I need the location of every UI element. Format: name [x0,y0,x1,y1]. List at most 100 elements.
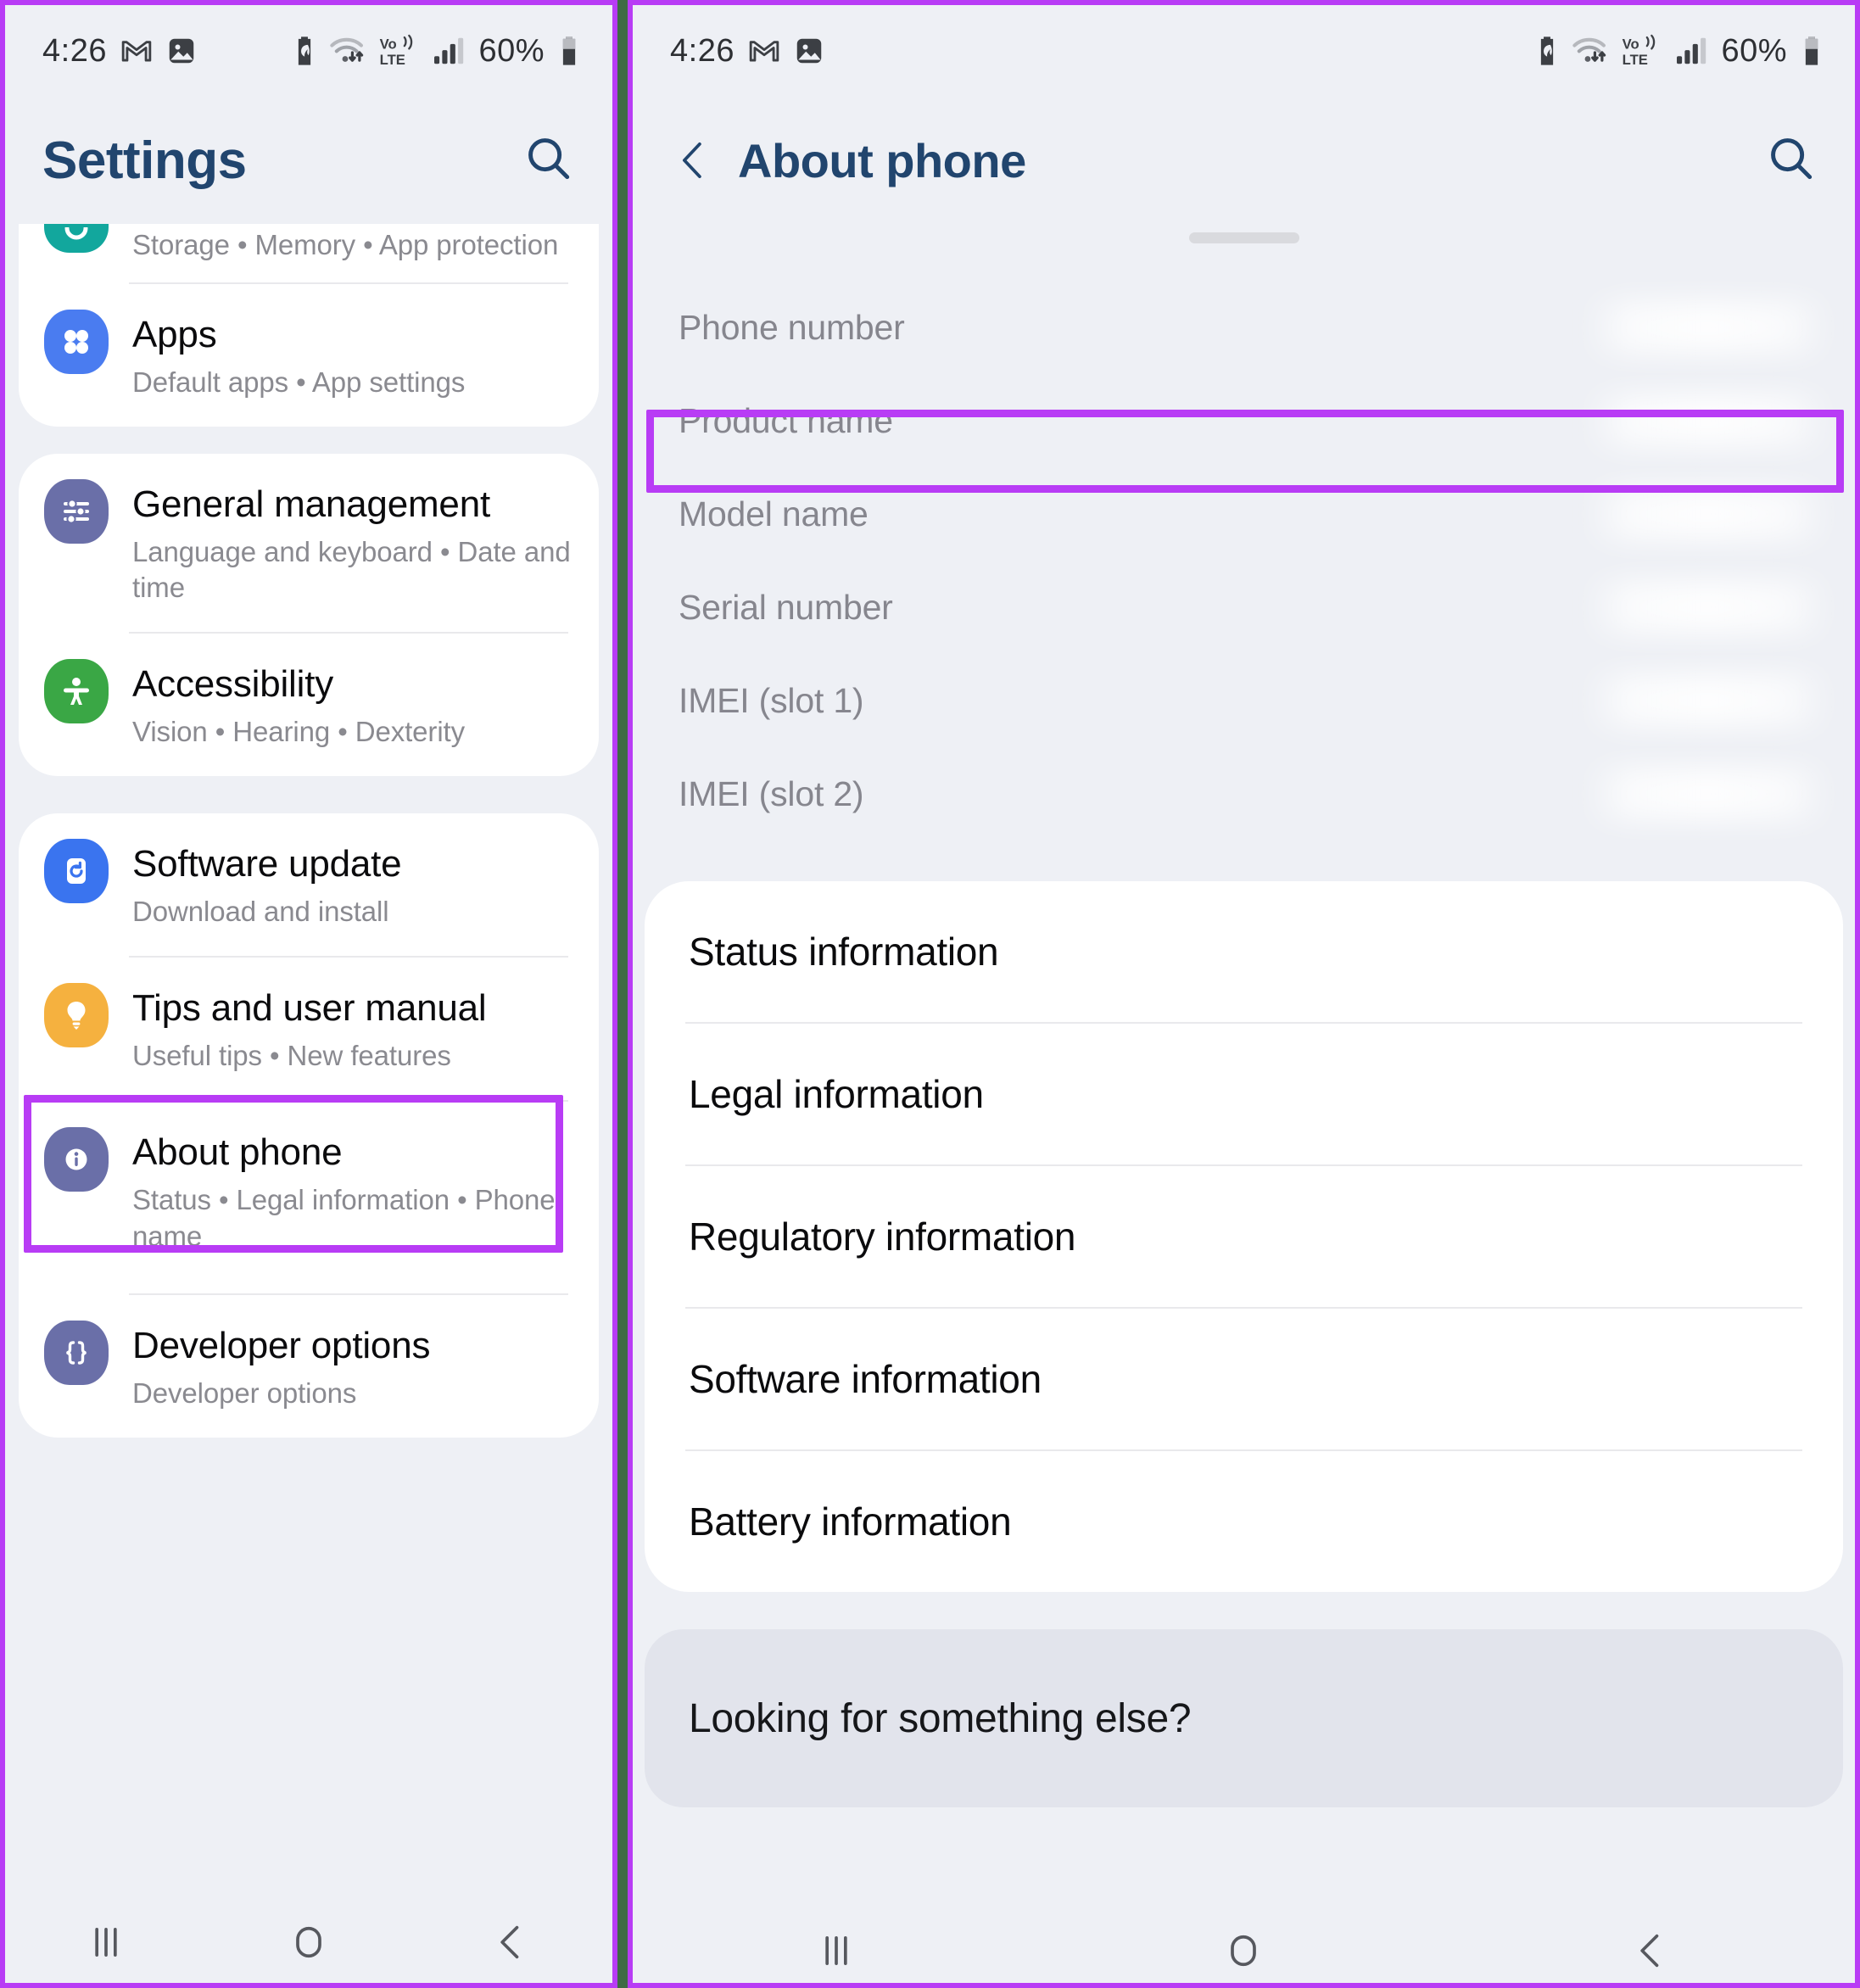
list-item-subtitle: Download and install [132,896,389,928]
home-button[interactable] [241,1904,377,1980]
list-item-subtitle: Useful tips • New features [132,1039,451,1071]
svg-text:LTE: LTE [380,52,405,68]
info-row-phone-number[interactable]: Phone number [633,281,1855,374]
status-bar-right: 4:26 Vo LTE 60% [633,5,1855,97]
search-icon [528,137,570,179]
status-bar-left: 4:26 Vo LTE 60% [5,5,612,97]
apps-grid-glyph [64,329,88,354]
sliders-glyph [64,499,89,524]
back-button[interactable] [444,1904,579,1980]
svg-text:Vo: Vo [380,36,397,53]
list-item-device-care[interactable]: Storage • Memory • App protection [19,224,599,282]
info-row-product-name[interactable]: Product name [633,374,1855,467]
volte-icon: Vo LTE [1623,34,1656,68]
list-item-software-update[interactable]: Software update Download and install [19,813,599,956]
list-item-developer-options[interactable]: Developer options Developer options [19,1295,599,1438]
wifi-icon [1572,37,1606,62]
list-item-title: Apps [132,313,217,355]
svg-text:Vo: Vo [1623,36,1639,53]
info-row-serial-number[interactable]: Serial number [633,561,1855,654]
menu-item-battery-information[interactable]: Battery information [645,1451,1843,1592]
accessibility-person-icon [44,659,109,724]
info-label: Serial number [679,587,893,627]
info-label: IMEI (slot 1) [679,680,864,720]
accessibility-glyph [64,678,89,706]
page-title: About phone [738,133,1026,187]
list-item-accessibility[interactable]: Accessibility Vision • Hearing • Dexteri… [19,634,599,776]
home-icon [1231,1935,1257,1967]
list-item-subtitle: Vision • Hearing • Dexterity [132,716,466,748]
battery-percent: 60% [478,32,545,69]
info-circle-glyph [65,1148,87,1170]
list-item-texts: General management Language and keyboard… [132,479,575,607]
list-item-title: Tips and user manual [132,986,487,1029]
back-nav-button[interactable] [670,134,716,187]
about-phone-menu-card: Status information Legal information Reg… [645,881,1843,1592]
status-bar-right-cluster: Vo LTE 60% [1534,33,1824,70]
menu-item-regulatory-information[interactable]: Regulatory information [645,1166,1843,1307]
sliders-icon [44,478,109,544]
list-item-subtitle: Status • Legal information • Phone name [132,1183,556,1252]
about-phone-scroll-area[interactable]: Phone number Product name Model name Ser… [633,232,1855,1983]
about-phone-screen: 4:26 Vo LTE 60% About phone Phone number… [628,0,1860,1988]
redacted-value [1585,580,1831,634]
list-item-texts: Tips and user manual Useful tips • New f… [132,983,575,1075]
back-button[interactable] [1584,1913,1719,1983]
info-row-imei-slot-2[interactable]: IMEI (slot 2) [633,747,1855,840]
search-button[interactable] [522,132,575,189]
info-label: Phone number [679,307,905,347]
redacted-value [1585,487,1831,541]
looking-for-something-else-banner[interactable]: Looking for something else? [645,1629,1843,1807]
settings-group-3: Software update Download and install Tip… [19,813,599,1438]
info-circle-icon [44,1126,109,1192]
device-care-glyph [64,227,88,240]
back-chevron-icon [682,142,701,179]
list-item-texts: Storage • Memory • App protection [132,224,575,264]
info-label: Product name [679,400,893,440]
redacted-value [1585,673,1831,728]
device-care-icon [44,224,109,253]
info-row-model-name[interactable]: Model name [633,467,1855,561]
status-bar-left-cluster: 4:26 [670,33,824,70]
about-phone-app-bar: About phone [633,97,1855,224]
home-button[interactable] [1176,1913,1311,1983]
battery-saver-icon [1541,36,1554,65]
list-item-general-management[interactable]: General management Language and keyboard… [19,454,599,633]
search-button[interactable] [1765,132,1818,189]
settings-group-2: General management Language and keyboard… [19,453,599,777]
redacted-value [1585,767,1831,821]
list-item-about-phone[interactable]: About phone Status • Legal information •… [19,1102,599,1294]
signal-icon [1677,37,1706,64]
list-item-subtitle: Default apps • App settings [132,366,466,398]
list-item-apps[interactable]: Apps Default apps • App settings [19,284,599,427]
back-chevron-icon [500,1925,518,1959]
gmail-icon [121,41,152,62]
recents-button[interactable] [38,1904,174,1980]
menu-item-status-information[interactable]: Status information [645,881,1843,1022]
list-item-title: Accessibility [132,663,334,706]
list-item-subtitle: Language and keyboard • Date and time [132,535,571,604]
list-item-texts: Software update Download and install [132,839,575,930]
menu-item-software-information[interactable]: Software information [645,1309,1843,1449]
dual-screenshot-stage: 4:26 Vo LTE 60% Settings Storage • Memor… [0,0,1860,1988]
status-time: 4:26 [42,32,107,69]
list-item-tips-and-user-manual[interactable]: Tips and user manual Useful tips • New f… [19,958,599,1100]
list-item-title: About phone [132,1131,343,1173]
battery-percent: 60% [1721,32,1787,69]
recents-button[interactable] [768,1913,904,1983]
list-item-title: General management [132,483,490,525]
settings-scroll-area[interactable]: Storage • Memory • App protection Apps D… [5,224,612,1983]
lightbulb-glyph [67,1001,86,1030]
software-update-glyph [67,858,86,885]
info-row-imei-slot-1[interactable]: IMEI (slot 1) [633,654,1855,747]
search-icon [1771,137,1813,179]
redacted-value [1585,394,1831,448]
status-bar-left-cluster: 4:26 [42,33,197,70]
home-icon [296,1926,321,1958]
photos-icon [169,38,194,64]
settings-app-bar: Settings [5,97,612,224]
menu-item-legal-information[interactable]: Legal information [645,1024,1843,1164]
software-update-icon [44,839,109,904]
panel-separator [617,0,628,1988]
recents-icon [825,1935,847,1966]
